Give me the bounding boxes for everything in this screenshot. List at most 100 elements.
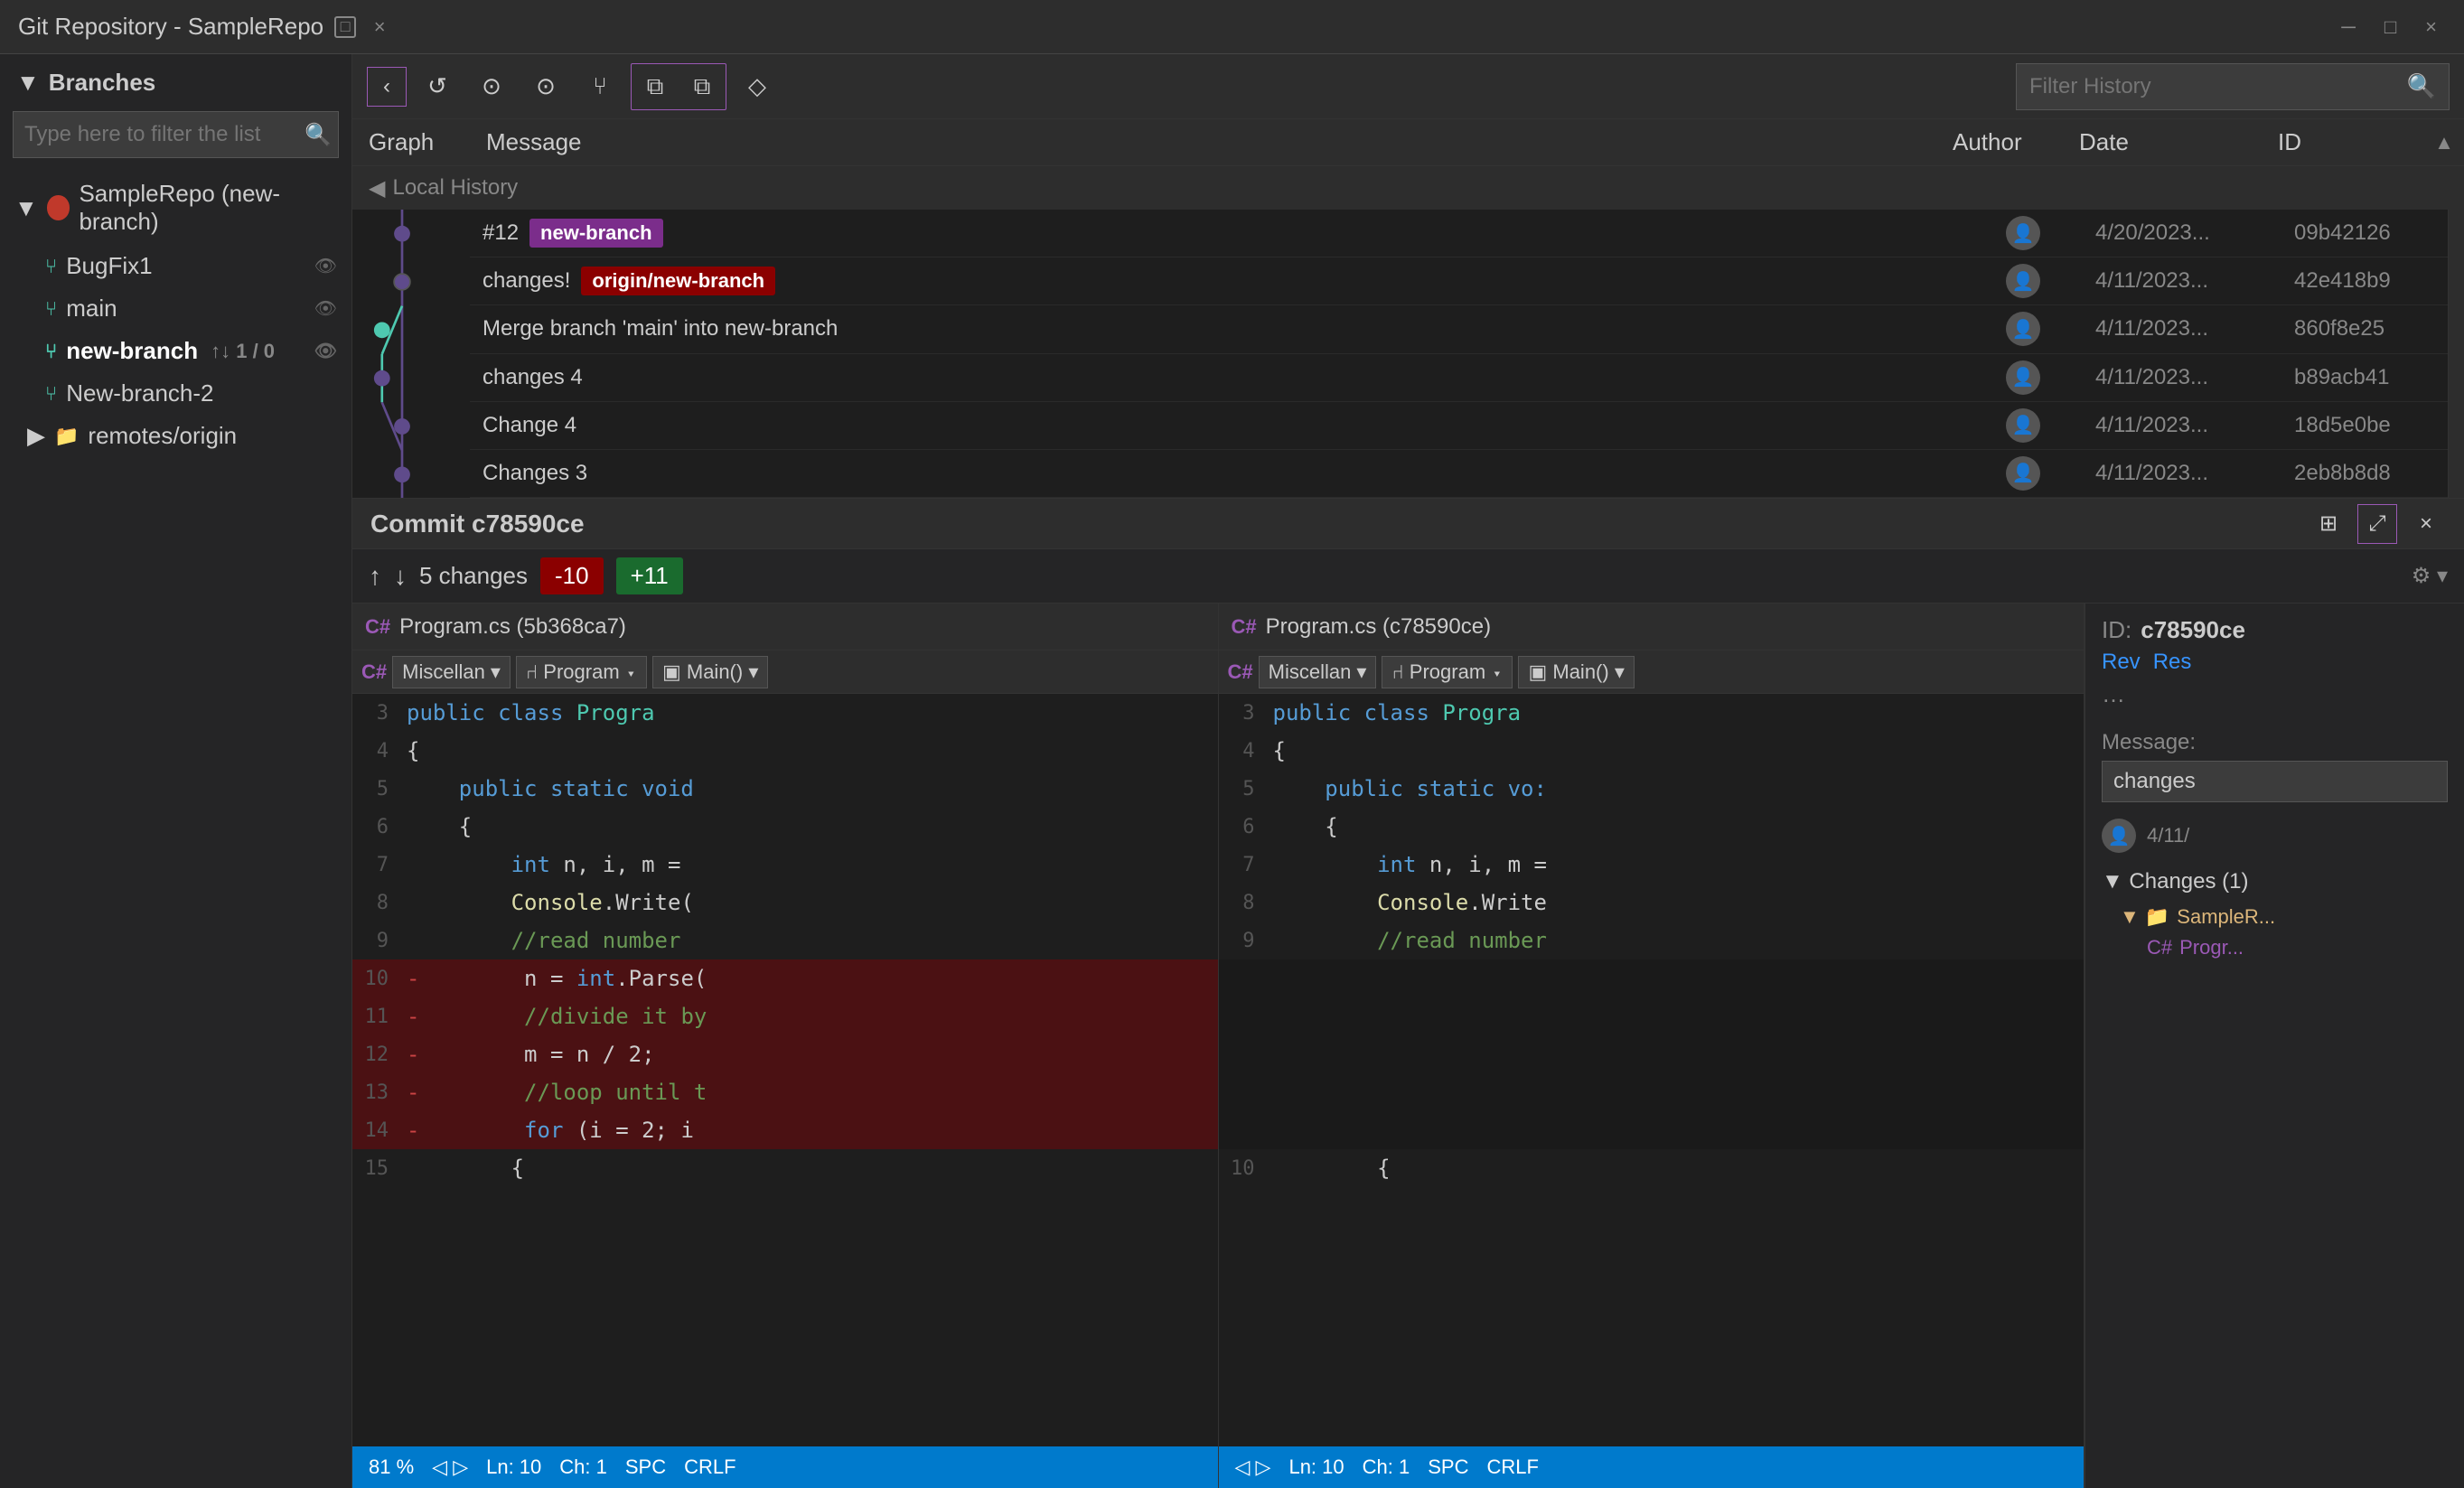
tag-origin-new: origin/new-branch — [581, 267, 775, 295]
left-ln: Ln: 10 — [486, 1455, 541, 1479]
commit-detail-pane: Commit c78590ce ⊞ ⤢ × ↑ ↓ 5 changes -10 … — [352, 499, 2464, 1488]
cs-icon-left: C# — [365, 615, 390, 639]
close-window-button[interactable]: × — [367, 14, 392, 40]
fetch-button[interactable]: ⊙ — [468, 63, 515, 110]
remotes-item[interactable]: ▶ 📁 remotes/origin — [0, 415, 351, 457]
remotes-label: remotes/origin — [88, 422, 237, 450]
main-dropdown-right[interactable]: ▣ Main() ▾ — [1518, 656, 1634, 688]
right-arrows-left[interactable]: ◁ ▷ — [1235, 1455, 1271, 1479]
left-spc: SPC — [625, 1455, 666, 1479]
layout-icon-button[interactable]: ⊞ — [2309, 504, 2348, 544]
left-file-header: C# Program.cs (5b368ca7) — [352, 604, 1218, 650]
sidebar: ▼ Branches 🔍 ▼ SampleRepo (new-branch) ⑂… — [0, 54, 352, 1488]
left-ch: Ch: 1 — [559, 1455, 607, 1479]
down-arrow-button[interactable]: ↓ — [394, 562, 407, 591]
code-line-removed-11: 11 - //divide it by — [352, 997, 1218, 1035]
reset-link[interactable]: Res — [2153, 650, 2192, 675]
miscellan-dropdown-left[interactable]: Miscellan ▾ — [392, 656, 511, 688]
graph-button[interactable]: ⧉ — [632, 63, 679, 110]
right-ln: Ln: 10 — [1288, 1455, 1344, 1479]
commit-row-2[interactable]: changes! origin/new-branch 👤 4/11/2023..… — [470, 257, 2448, 305]
sync-text: ↑↓ 1 / 0 — [211, 340, 275, 363]
branch-item-main[interactable]: ⑂ main 👁 — [0, 287, 351, 330]
commit-graph-svg — [352, 210, 452, 498]
changes-tree-file[interactable]: C# Progr... — [2102, 932, 2448, 963]
branch-icon: ⑂ — [45, 255, 57, 278]
refresh-button[interactable]: ↺ — [414, 63, 461, 110]
local-history-row[interactable]: ◀ Local History — [352, 166, 2464, 210]
commit-msg-1: #12 — [482, 220, 519, 246]
commit-id-5: 18d5e0be — [2285, 413, 2448, 438]
code-line-removed-10: 10 - n = int.Parse( — [352, 959, 1218, 997]
repo-item[interactable]: ▼ SampleRepo (new-branch) — [0, 171, 351, 245]
code-line-r4: 4 { — [1219, 732, 2085, 770]
history-scroll-up[interactable]: ▲ — [2424, 123, 2464, 163]
commit-row-6[interactable]: Changes 3 👤 4/11/2023... 2eb8b8d8 — [470, 450, 2448, 498]
active-toolbar-group: ⧉ ⧉ — [631, 63, 726, 110]
commit-row-1[interactable]: #12 new-branch 👤 4/20/2023... 09b42126 — [470, 210, 2448, 257]
settings-button[interactable]: ⚙ ▾ — [2412, 563, 2448, 589]
avatar-5: 👤 — [2006, 408, 2040, 443]
diff-area: C# Program.cs (5b368ca7) C# Miscellan ▾ … — [352, 604, 2464, 1488]
branch-item-new-branch[interactable]: ⑂ new-branch ↑↓ 1 / 0 👁 — [0, 330, 351, 372]
changes-tree-repo[interactable]: ▼ 📁 SampleR... — [2120, 902, 2448, 932]
code-line: 4 { — [352, 732, 1218, 770]
toolbar: ‹ ↺ ⊙ ⊙ ⑂ ⧉ ⧉ ◇ 🔍 — [352, 54, 2464, 119]
revert-link[interactable]: Rev — [2102, 650, 2141, 675]
branch-icon-new: ⑂ — [45, 340, 57, 363]
commit-title: Commit c78590ce — [370, 510, 585, 538]
pin-button[interactable]: □ — [334, 16, 356, 38]
close-app-button[interactable]: × — [2416, 15, 2446, 39]
up-arrow-button[interactable]: ↑ — [369, 562, 381, 591]
program-dropdown-right[interactable]: ⑁ Program ▾ — [1382, 656, 1513, 688]
commit-row-3[interactable]: Merge branch 'main' into new-branch 👤 4/… — [470, 305, 2448, 353]
cs-nav-left: C# — [361, 660, 387, 684]
more-button[interactable]: … — [2102, 680, 2125, 707]
commit-msg-3: Merge branch 'main' into new-branch — [482, 316, 838, 342]
branch-button[interactable]: ⑂ — [576, 63, 623, 110]
back-button[interactable]: ‹ — [367, 67, 407, 107]
split-button[interactable]: ⧉ — [679, 63, 726, 110]
repo-name: SampleRepo (new-branch) — [79, 180, 337, 236]
commit-id-2: 42e418b9 — [2285, 268, 2448, 294]
code-line: 6 { — [352, 808, 1218, 846]
commit-date-5: 4/11/2023... — [2086, 413, 2285, 438]
eye-icon-main: 👁 — [314, 297, 337, 320]
commit-date-2: 4/11/2023... — [2086, 268, 2285, 294]
miscellan-dropdown-right[interactable]: Miscellan ▾ — [1259, 656, 1377, 688]
code-area-right: 3 public class Progra 4 { 5 public stati… — [1219, 694, 2085, 1446]
commit-date-1: 4/20/2023... — [2086, 220, 2285, 246]
minimize-button[interactable]: ─ — [2332, 15, 2365, 39]
code-line-r5: 5 public static vo: — [1219, 770, 2085, 808]
right-content: ‹ ↺ ⊙ ⊙ ⑂ ⧉ ⧉ ◇ 🔍 Graph Message Author D… — [352, 54, 2464, 1488]
pull-button[interactable]: ⊙ — [522, 63, 569, 110]
tag-button[interactable]: ◇ — [734, 63, 781, 110]
cs-file-icon-changes: C# — [2147, 936, 2172, 959]
commit-row-4[interactable]: changes 4 👤 4/11/2023... b89acb41 — [470, 354, 2448, 402]
commit-row-5[interactable]: Change 4 👤 4/11/2023... 18d5e0be — [470, 402, 2448, 450]
filter-history-input[interactable] — [2029, 74, 2407, 99]
filter-history-box[interactable]: 🔍 — [2016, 63, 2450, 110]
branch-item-new-branch2[interactable]: ⑂ New-branch-2 — [0, 372, 351, 415]
col-author-header: Author — [1936, 128, 2063, 156]
diff-plus-badge: +11 — [616, 557, 683, 594]
code-line-gray1 — [1219, 959, 2085, 997]
program-dropdown-left[interactable]: ⑁ Program ▾ — [516, 656, 647, 688]
local-history-label: Local History — [392, 175, 518, 201]
branch-search-box[interactable]: 🔍 — [13, 111, 339, 158]
scroll-down-button[interactable]: ▼ — [2449, 210, 2464, 249]
code-line-r8: 8 Console.Write — [1219, 884, 2085, 922]
local-history-chevron: ◀ — [369, 175, 385, 201]
main-dropdown-left[interactable]: ▣ Main() ▾ — [652, 656, 768, 688]
history-header: Graph Message Author Date ID ▲ — [352, 119, 2464, 166]
maximize-button[interactable]: □ — [2375, 15, 2405, 39]
left-arrows[interactable]: ◁ ▷ — [432, 1455, 468, 1479]
branch-search-input[interactable] — [24, 122, 304, 147]
folder-icon: 📁 — [54, 425, 79, 448]
close-detail-button[interactable]: × — [2406, 504, 2446, 544]
expand-button[interactable]: ⤢ — [2357, 504, 2397, 544]
left-zoom[interactable]: 81 % — [369, 1455, 414, 1479]
branch-list: ▼ SampleRepo (new-branch) ⑂ BugFix1 👁 ⑂ … — [0, 171, 351, 1488]
branch-item-bugfix1[interactable]: ⑂ BugFix1 👁 — [0, 245, 351, 287]
eye-icon: 👁 — [314, 255, 337, 277]
